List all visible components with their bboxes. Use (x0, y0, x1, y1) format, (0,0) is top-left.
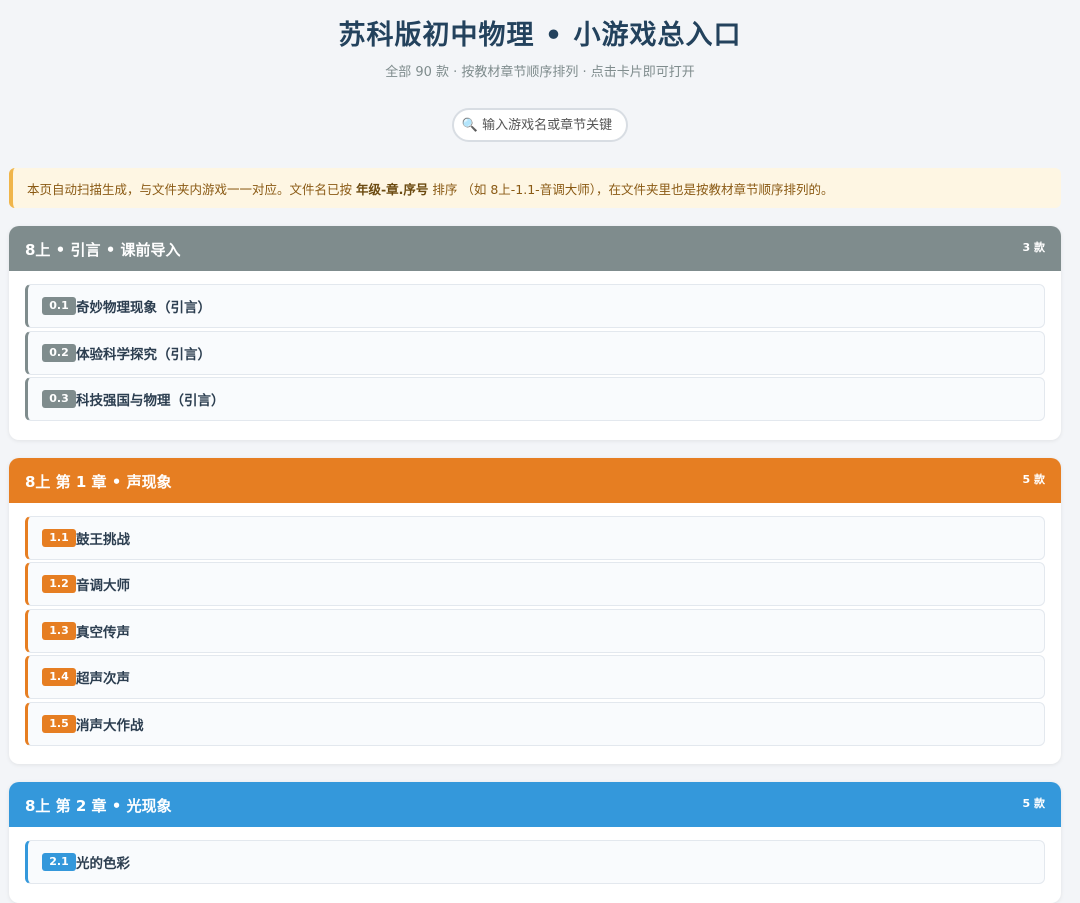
notice-bold: 年级-章.序号 (355, 181, 429, 197)
chapter-section: 8上 • 引言 • 课前导入 3 款 0.1 奇妙物理现象（引言） 0.2 体验科学探究（… (9, 226, 1061, 440)
notice-text-after: 排序 （如 8上-1.1-音调大师），在文件夹里也是按教材章节顺序排列的。 (428, 181, 834, 197)
game-name: 体验科学探究（引言） (76, 346, 211, 363)
game-number-badge: 1.5 (42, 714, 76, 733)
page-title: 苏科版初中物理 • 小游戏总入口 (338, 20, 742, 51)
section-count: 3 款 (1022, 241, 1045, 254)
game-name: 真空传声 (76, 624, 130, 641)
game-name: 光的色彩 (76, 856, 130, 872)
game-name: 科技强国与物理（引言） (76, 393, 225, 409)
search-bar: 🔍 (0, 108, 1080, 142)
section-header: 8上 第 1 章 • 声现象 5 款 (9, 457, 1061, 503)
section-title: 8上 • 引言 • 课前导入 (25, 241, 181, 259)
section-body: 0.1 奇妙物理现象（引言） 0.2 体验科学探究（引言） 0.3 科技强国与物理（引言） (9, 271, 1061, 440)
game-card[interactable]: 0.1 奇妙物理现象（引言） (25, 284, 1045, 328)
game-number-badge: 0.2 (42, 343, 76, 362)
game-number-badge: 0.3 (42, 390, 76, 408)
section-header: 8上 • 引言 • 课前导入 3 款 (9, 226, 1061, 271)
section-list: 8上 • 引言 • 课前导入 3 款 0.1 奇妙物理现象（引言） 0.2 体验科学探究（… (0, 226, 1080, 903)
game-name: 消声大作战 (76, 717, 144, 734)
section-title: 8上 第 2 章 • 光现象 (25, 797, 172, 815)
game-name: 音调大师 (76, 578, 130, 594)
game-name: 超声次声 (76, 671, 130, 687)
search-input[interactable] (482, 117, 619, 133)
game-card[interactable]: 1.2 音调大师 (25, 562, 1045, 606)
game-number-badge: 1.1 (42, 528, 76, 547)
section-body: 1.1 鼓王挑战 1.2 音调大师 1.3 真空传声 1.4 超声次声 1.5 消声大作战 (9, 503, 1061, 765)
page-subtitle: 全部 90 款 · 按教材章节顺序排列 · 点击卡片即可打开 (385, 65, 695, 80)
game-card[interactable]: 0.3 科技强国与物理（引言） (25, 377, 1045, 421)
info-notice: 本页自动扫描生成，与文件夹内游戏一一对应。文件名已按 年级-章.序号 排序 （如… (9, 168, 1061, 208)
section-body: 2.1 光的色彩 (9, 827, 1061, 903)
game-number-badge: 1.2 (42, 575, 76, 593)
game-number-badge: 2.1 (42, 853, 76, 871)
section-count: 5 款 (1022, 797, 1045, 810)
game-card[interactable]: 0.2 体验科学探究（引言） (25, 330, 1045, 375)
game-card[interactable]: 1.3 真空传声 (25, 608, 1045, 653)
section-header: 8上 第 2 章 • 光现象 5 款 (9, 782, 1061, 827)
game-number-badge: 1.3 (42, 621, 76, 640)
search-icon: 🔍 (461, 117, 479, 133)
game-card[interactable]: 1.1 鼓王挑战 (25, 515, 1045, 560)
notice-text-before: 本页自动扫描生成，与文件夹内游戏一一对应。文件名已按 (27, 181, 356, 197)
section-count: 5 款 (1022, 472, 1045, 486)
game-name: 鼓王挑战 (76, 531, 130, 548)
game-number-badge: 0.1 (42, 297, 76, 315)
search-box[interactable]: 🔍 (452, 108, 628, 142)
chapter-section: 8上 第 2 章 • 光现象 5 款 2.1 光的色彩 (9, 782, 1061, 903)
section-title: 8上 第 1 章 • 声现象 (25, 472, 172, 491)
game-card[interactable]: 2.1 光的色彩 (25, 840, 1045, 884)
game-name: 奇妙物理现象（引言） (76, 300, 211, 316)
game-card[interactable]: 1.4 超声次声 (25, 655, 1045, 699)
chapter-section: 8上 第 1 章 • 声现象 5 款 1.1 鼓王挑战 1.2 音调大师 1.3 真空传声 1.… (9, 457, 1061, 765)
game-card[interactable]: 1.5 消声大作战 (25, 701, 1045, 746)
game-number-badge: 1.4 (42, 668, 76, 686)
